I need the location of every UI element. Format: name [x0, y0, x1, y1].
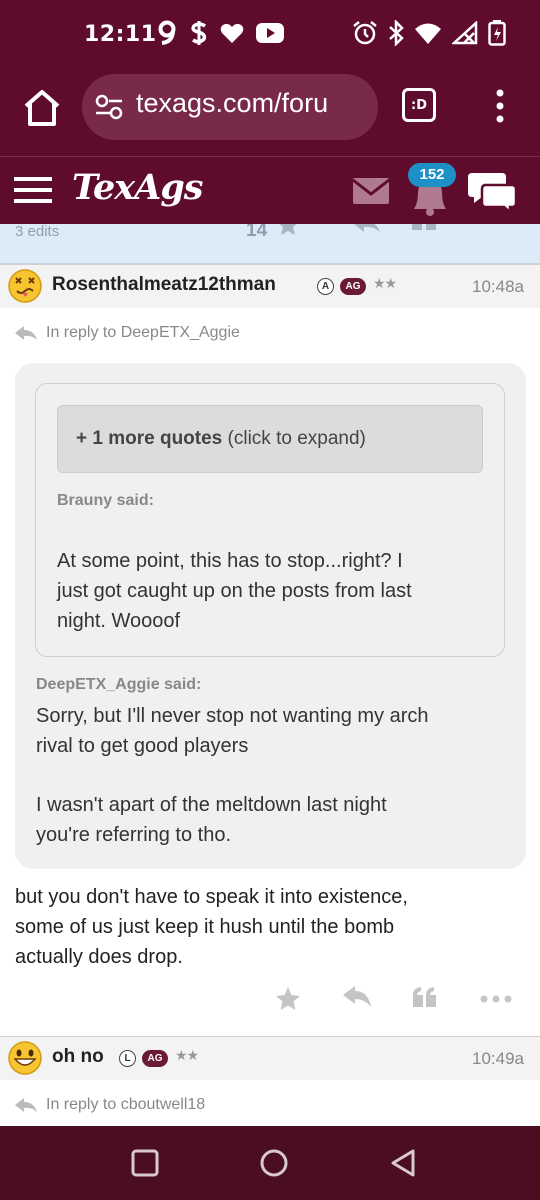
expand-quotes-button[interactable]: + 1 more quotes (click to expand) — [57, 405, 483, 473]
status-time: 12:11 — [84, 22, 157, 47]
quote-line: At some point, this has to stop...right?… — [57, 550, 403, 572]
reply-arrow-icon — [15, 1098, 37, 1112]
back-triangle-icon[interactable] — [388, 1146, 418, 1180]
edits-count[interactable]: 3 edits — [15, 224, 59, 240]
quote-block: + 1 more quotes (click to expand) Brauny… — [15, 363, 526, 869]
expand-quotes-hint: (click to expand) — [222, 428, 366, 449]
recents-square-icon[interactable] — [130, 1146, 160, 1180]
expand-quotes-count: + 1 more quotes — [76, 428, 223, 449]
site-header: TexAgs — [0, 156, 540, 224]
ag-badge: AG — [142, 1050, 168, 1067]
nested-quote-block: + 1 more quotes (click to expand) Brauny… — [35, 383, 505, 657]
status-left-icons — [156, 20, 284, 46]
post-body-line: but you don't have to speak it into exis… — [15, 886, 408, 908]
url-text: texags.com/foru — [136, 88, 329, 118]
next-post-time[interactable]: 10:49a — [472, 1049, 524, 1069]
post-actions — [270, 985, 530, 1021]
ag-badge: AG — [340, 278, 366, 295]
wifi-icon — [415, 23, 441, 44]
quote-author: DeepETX_Aggie said: — [36, 676, 202, 693]
status-right-icons — [352, 20, 506, 46]
quote-line: rival to get good players — [36, 735, 249, 757]
browser-toolbar: texags.com/foru :D — [0, 72, 540, 156]
quote-line: I wasn't apart of the meltdown last nigh… — [36, 794, 387, 816]
post-body: but you don't have to speak it into exis… — [15, 882, 525, 972]
in-reply-to-link[interactable]: In reply to DeepETX_Aggie — [14, 324, 240, 342]
post-username[interactable]: Rosenthalmeatz12thman — [52, 274, 276, 296]
chat-icon[interactable] — [468, 171, 518, 213]
nine-icon — [158, 20, 176, 45]
quote-text: Sorry, but I'll never stop not wanting m… — [36, 701, 429, 850]
dizzy-face-avatar-icon[interactable] — [8, 269, 42, 303]
quote-line: you're referring to tho. — [36, 824, 232, 846]
home-icon — [24, 90, 60, 126]
post-body-line: some of us just keep it hush until the b… — [15, 916, 395, 938]
browser-menu-button[interactable] — [486, 88, 514, 124]
kebab-menu-icon — [496, 89, 504, 123]
heart-icon — [220, 23, 244, 43]
user-rank-stars: ★★ — [175, 1048, 199, 1064]
in-reply-to-text: In reply to cboutwell18 — [46, 1096, 206, 1113]
star-count: 14 — [246, 224, 268, 241]
hamburger-icon — [14, 177, 52, 203]
reply-icon[interactable] — [342, 985, 372, 1009]
quote-icon[interactable] — [412, 985, 438, 1009]
home-circle-icon[interactable] — [257, 1146, 291, 1180]
hamburger-menu-button[interactable] — [14, 175, 54, 205]
reply-arrow-icon — [15, 326, 37, 340]
previous-post-footer: 3 edits 14 — [0, 224, 540, 264]
next-in-reply-to-link[interactable]: In reply to cboutwell18 — [14, 1096, 205, 1114]
signal-icon — [452, 21, 478, 45]
in-reply-to-text: In reply to DeepETX_Aggie — [46, 324, 240, 341]
mail-icon[interactable] — [352, 177, 390, 205]
youtube-icon — [256, 23, 284, 43]
system-nav-bar — [0, 1126, 540, 1200]
user-type-badge: A — [317, 278, 334, 295]
more-options-icon[interactable] — [480, 985, 512, 1009]
previous-post-action-icons — [279, 224, 436, 235]
user-rank-stars: ★★ — [373, 276, 397, 292]
user-type-badge: L — [119, 1050, 136, 1067]
url-bar[interactable]: texags.com/foru — [82, 74, 378, 140]
home-button[interactable] — [20, 88, 64, 128]
reply-icon — [354, 224, 380, 232]
tab-switcher-label: :D — [411, 97, 427, 113]
status-bar: 12:11 — [0, 0, 540, 72]
quote-icon — [412, 224, 436, 230]
post-body-line: actually does drop. — [15, 946, 183, 968]
star-icon[interactable] — [274, 985, 302, 1013]
dollar-icon — [191, 21, 207, 45]
tab-switcher-button[interactable]: :D — [402, 88, 436, 122]
quote-line: night. Woooof — [57, 610, 181, 632]
battery-icon — [488, 20, 506, 46]
bluetooth-icon — [389, 20, 404, 46]
star-icon — [279, 224, 297, 235]
notifications-count-badge[interactable]: 152 — [408, 163, 456, 187]
next-post-header: oh no L AG ★★ 10:49a — [0, 1036, 540, 1080]
next-post-username[interactable]: oh no — [52, 1046, 104, 1068]
site-logo[interactable]: TexAgs — [72, 167, 203, 208]
nested-quote-author: Brauny said: — [57, 492, 154, 509]
post-time[interactable]: 10:48a — [472, 277, 524, 297]
quote-line: just got caught up on the posts from las… — [57, 580, 412, 602]
nested-quote-text: At some point, this has to stop...right?… — [57, 546, 412, 636]
site-settings-icon — [95, 94, 123, 120]
quote-line: Sorry, but I'll never stop not wanting m… — [36, 705, 429, 727]
post-header: Rosenthalmeatz12thman A AG ★★ 10:48a — [0, 264, 540, 308]
alarm-icon — [353, 21, 377, 45]
grin-face-avatar-icon[interactable] — [8, 1041, 42, 1075]
